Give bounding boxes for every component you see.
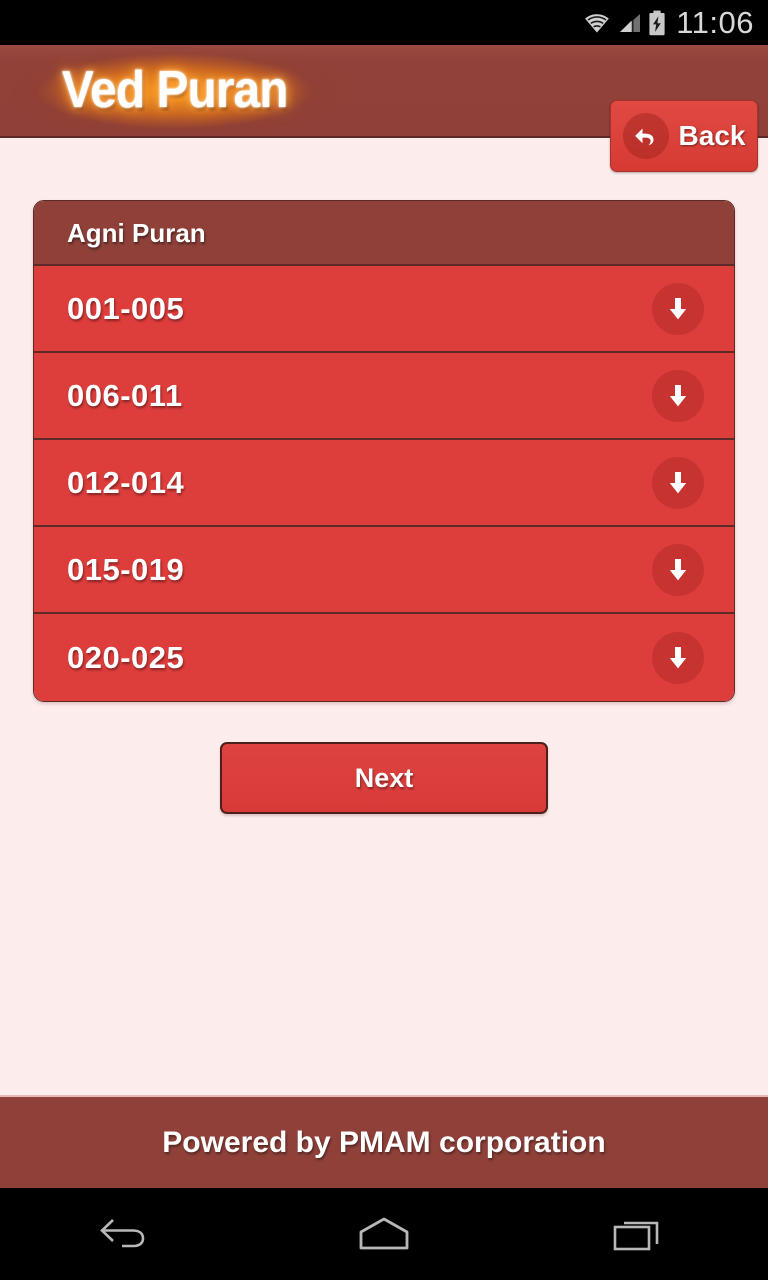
app-logo: Ved Puran [10,47,340,132]
wifi-icon [582,11,612,35]
download-icon[interactable] [652,543,704,596]
list-item-label: 006-011 [67,378,183,413]
status-bar-clock: 11:06 [676,5,754,40]
android-nav-bar [0,1188,768,1280]
list-item[interactable]: 020-025 [34,614,734,701]
next-button[interactable]: Next [220,742,548,814]
status-bar: 11:06 [0,0,768,45]
footer-bar: Powered by PMAM corporation [0,1095,768,1188]
list-item[interactable]: 015-019 [34,527,734,614]
back-button[interactable]: Back [610,100,758,172]
card-header-title: Agni Puran [67,217,206,248]
list-item-label: 012-014 [67,465,185,500]
list-item[interactable]: 001-005 [34,266,734,353]
download-icon[interactable] [652,369,704,422]
app-header: Ved Puran Back [0,45,768,172]
list-item-label: 015-019 [67,552,185,587]
footer-text: Powered by PMAM corporation [162,1125,606,1159]
app-screen: 11:06 Ved Puran Back Agni Puran 001-005 [0,0,768,1280]
signal-icon [618,11,642,35]
download-icon[interactable] [652,631,704,684]
list-item-label: 020-025 [67,640,185,675]
status-bar-icons [582,10,666,36]
home-nav-icon[interactable] [324,1188,444,1280]
next-button-label: Next [354,762,414,793]
list-item[interactable]: 006-011 [34,353,734,440]
card-header: Agni Puran [34,201,734,266]
list-item[interactable]: 012-014 [34,440,734,527]
download-icon[interactable] [652,456,704,509]
list-item-label: 001-005 [67,291,185,326]
battery-charging-icon [648,10,666,36]
back-button-label: Back [678,120,746,151]
recents-nav-icon[interactable] [580,1188,700,1280]
chapter-list-card: Agni Puran 001-005 006-011 012-014 015-0… [33,200,735,702]
app-logo-text: Ved Puran [62,60,289,119]
download-icon[interactable] [652,282,704,335]
back-nav-icon[interactable] [68,1188,188,1280]
back-arrow-icon [622,113,669,159]
